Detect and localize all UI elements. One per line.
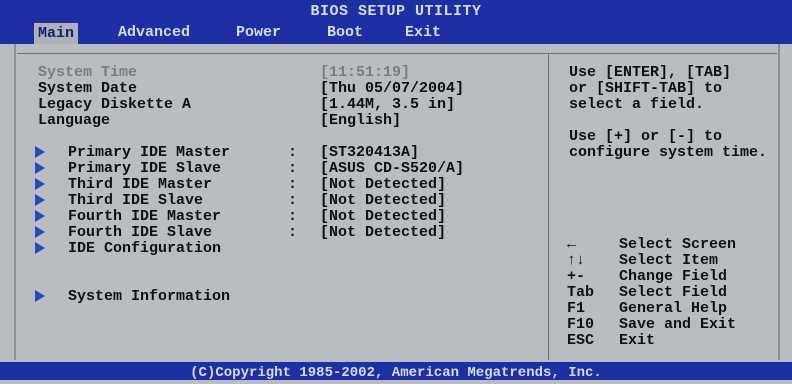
copyright-footer: (C)Copyright 1985-2002, American Megatre… xyxy=(0,362,792,381)
key-f1: F1 xyxy=(567,300,586,317)
help-line-1: Use [ENTER], [TAB] xyxy=(569,64,732,81)
key-desc-change-field: Change Field xyxy=(619,268,728,285)
left-arrow-icon: ← xyxy=(567,236,577,253)
colon: : xyxy=(288,224,298,241)
colon: : xyxy=(288,208,298,225)
legacy-diskette-label[interactable]: Legacy Diskette A xyxy=(38,96,191,113)
tab-exit[interactable]: Exit xyxy=(405,24,441,41)
ide-third-master-value: [Not Detected] xyxy=(320,176,447,193)
colon: : xyxy=(288,192,298,209)
ide-fourth-slave-label[interactable]: Fourth IDE Slave xyxy=(68,224,212,241)
language-label[interactable]: Language xyxy=(38,112,110,129)
colon: : xyxy=(288,176,298,193)
system-date-label[interactable]: System Date xyxy=(38,80,137,97)
ide-third-slave-value: [Not Detected] xyxy=(320,192,447,209)
help-line-2: or [SHIFT-TAB] to xyxy=(569,80,723,97)
ide-primary-master-label[interactable]: Primary IDE Master xyxy=(68,144,230,161)
system-time-value[interactable]: [11:51:19] xyxy=(320,64,410,81)
ide-primary-slave-value: [ASUS CD-S520/A] xyxy=(320,160,465,177)
colon: : xyxy=(288,144,298,161)
help-line-3: select a field. xyxy=(569,96,705,113)
submenu-arrow-icon xyxy=(35,226,45,238)
up-down-arrow-icon: ↑↓ xyxy=(567,252,586,269)
language-value[interactable]: [English] xyxy=(320,112,401,129)
system-information-item[interactable]: System Information xyxy=(68,288,230,305)
system-date-value[interactable]: [Thu 05/07/2004] xyxy=(320,80,464,97)
ide-primary-master-value: [ST320413A] xyxy=(320,144,420,161)
legacy-diskette-value[interactable]: [1.44M, 3.5 in] xyxy=(320,96,455,113)
submenu-arrow-icon xyxy=(35,194,45,206)
submenu-arrow-icon xyxy=(35,146,45,158)
key-tab: Tab xyxy=(567,284,595,301)
submenu-arrow-icon xyxy=(35,178,45,190)
submenu-arrow-icon xyxy=(35,162,45,174)
colon: : xyxy=(288,160,298,177)
panel-divider xyxy=(548,54,549,360)
ide-configuration-item[interactable]: IDE Configuration xyxy=(68,240,221,257)
ide-third-master-label[interactable]: Third IDE Master xyxy=(68,176,212,193)
panel-top-border xyxy=(17,53,777,54)
tab-advanced[interactable]: Advanced xyxy=(118,24,190,41)
key-desc-select-item: Select Item xyxy=(619,252,719,269)
bios-title: BIOS SETUP UTILITY xyxy=(310,3,482,20)
key-desc-save-exit: Save and Exit xyxy=(619,316,737,333)
key-desc-select-screen: Select Screen xyxy=(619,236,737,253)
help-line-4: Use [+] or [-] to xyxy=(569,128,723,145)
key-esc: ESC xyxy=(567,332,595,349)
top-bar: BIOS SETUP UTILITY Main Advanced Power B… xyxy=(0,0,792,44)
key-f10: F10 xyxy=(567,316,595,333)
help-line-5: configure system time. xyxy=(569,144,768,161)
tab-boot[interactable]: Boot xyxy=(327,24,363,41)
submenu-arrow-icon xyxy=(35,290,45,302)
tab-main[interactable]: Main xyxy=(34,23,79,44)
key-desc-general-help: General Help xyxy=(619,300,728,317)
ide-primary-slave-label[interactable]: Primary IDE Slave xyxy=(68,160,221,177)
ide-fourth-master-value: [Not Detected] xyxy=(320,208,447,225)
ide-third-slave-label[interactable]: Third IDE Slave xyxy=(68,192,203,209)
ide-fourth-master-label[interactable]: Fourth IDE Master xyxy=(68,208,221,225)
submenu-arrow-icon xyxy=(35,210,45,222)
key-desc-exit: Exit xyxy=(619,332,656,349)
ide-fourth-slave-value: [Not Detected] xyxy=(320,224,447,241)
tab-power[interactable]: Power xyxy=(236,24,281,41)
system-time-label[interactable]: System Time xyxy=(38,64,137,81)
key-desc-select-field: Select Field xyxy=(619,284,728,301)
key-plus-minus: +- xyxy=(567,268,586,285)
submenu-arrow-icon xyxy=(35,242,45,254)
